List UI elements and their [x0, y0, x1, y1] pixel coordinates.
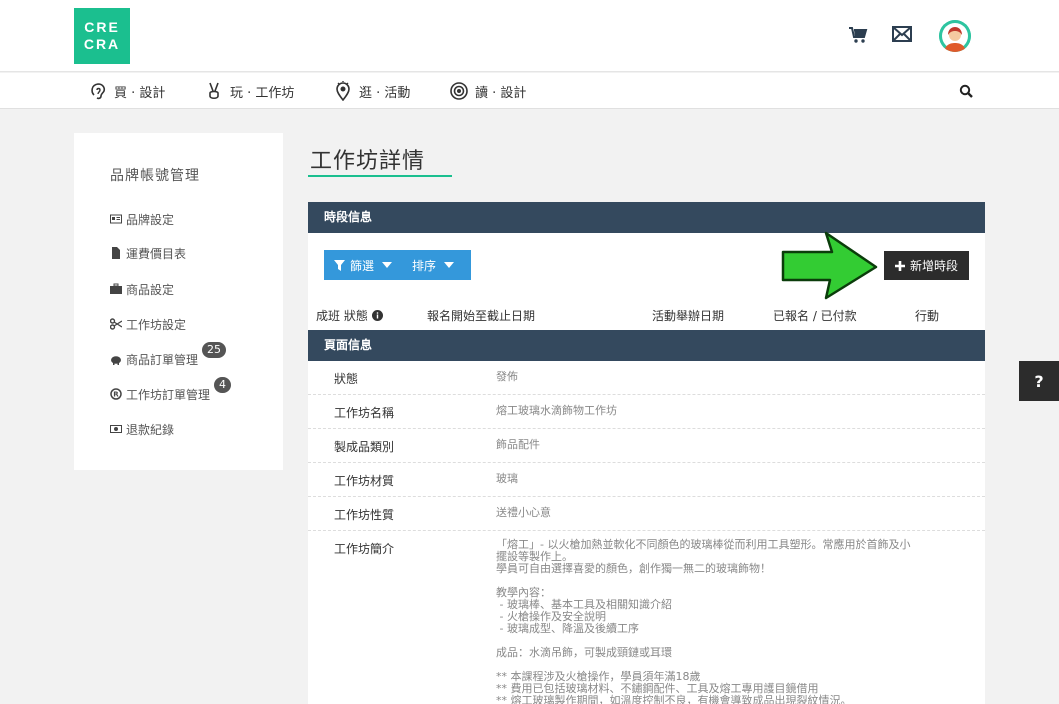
description-line — [496, 575, 966, 587]
piggy-bank-icon — [111, 356, 121, 365]
info-value: 熔工玻璃水滴飾物工作坊 — [496, 404, 617, 417]
document-icon — [112, 247, 120, 259]
sidebar-item-label: 工作坊設定 — [126, 317, 187, 332]
add-session-button[interactable]: 新增時段 — [884, 251, 969, 280]
location-icon — [336, 81, 350, 101]
add-session-label: 新增時段 — [909, 259, 958, 273]
sidebar-item-label: 商品訂單管理 — [126, 352, 199, 367]
sidebar-item-workshop-settings[interactable]: 工作坊設定 — [110, 315, 186, 333]
filter-label: 篩選 — [350, 258, 375, 273]
info-label: 狀態 — [334, 372, 359, 386]
info-row-nature: 工作坊性質 送禮小心意 — [308, 497, 985, 531]
briefcase-icon — [110, 283, 122, 294]
mail-icon[interactable] — [892, 26, 914, 46]
sidebar-title: 品牌帳號管理 — [110, 168, 200, 184]
workshop-order-count-badge: 4 — [214, 377, 232, 393]
nav-item-label: 玩 · 工作坊 — [230, 85, 295, 101]
nav-item-browse[interactable]: 逛 · 活動 — [333, 80, 410, 102]
green-arrow-annotation — [781, 231, 878, 300]
svg-text:R: R — [113, 391, 119, 399]
filter-sort-group: 篩選 排序 — [324, 250, 471, 280]
logo-line1: CRE — [84, 19, 120, 35]
description-line: 學員可自由選擇喜愛的顏色，創作獨一無二的玻璃飾物！ — [496, 562, 771, 575]
scissors-icon — [110, 318, 122, 330]
info-label: 工作坊簡介 — [334, 542, 395, 556]
chevron-down-icon — [444, 262, 455, 268]
sidebar-item-label: 運費價目表 — [126, 246, 187, 261]
column-header-registration-dates: 報名開始至截止日期 — [427, 309, 536, 323]
title-underline — [308, 175, 452, 177]
column-label: 成班 狀態 — [316, 309, 368, 323]
session-info-header: 時段信息 — [308, 202, 985, 233]
sidebar-item-label: 品牌設定 — [126, 212, 175, 227]
sidebar-item-brand-settings[interactable]: 品牌設定 — [110, 210, 174, 228]
column-header-registered-paid: 已報名 / 已付款 — [773, 309, 857, 323]
workshop-description: 「熔工」- 以火槍加熱並軟化不同顏色的玻璃棒從而利用工具塑形。常應用於首飾及小 … — [496, 539, 966, 704]
info-label: 工作坊名稱 — [334, 406, 395, 420]
info-row-product-category: 製成品類別 飾品配件 — [308, 429, 985, 463]
page-title: 工作坊詳情 — [310, 149, 426, 174]
column-header-actions: 行動 — [915, 309, 940, 323]
registered-icon: R — [110, 388, 122, 400]
eye-icon — [450, 82, 468, 100]
nav-item-label: 買 · 設計 — [114, 85, 166, 101]
nav-item-read[interactable]: 讀 · 設計 — [449, 80, 526, 102]
filter-button[interactable]: 篩選 — [324, 250, 402, 280]
main-nav: 買 · 設計 玩 · 工作坊 逛 · 活動 讀 · 設計 — [0, 73, 1059, 109]
info-value: 發佈 — [496, 370, 518, 383]
sidebar-item-workshop-orders[interactable]: R 工作坊訂單管理 4 — [110, 377, 232, 403]
sidebar: 品牌帳號管理 品牌設定 運費價目表 商品設定 工作坊設定 商品訂單管理 25 R… — [74, 133, 283, 470]
sidebar-item-label: 商品設定 — [126, 282, 175, 297]
info-icon[interactable] — [371, 310, 383, 321]
sidebar-item-label: 工作坊訂單管理 — [126, 387, 211, 402]
plus-icon — [894, 260, 905, 271]
info-label: 工作坊材質 — [334, 474, 395, 488]
nav-item-buy[interactable]: 買 · 設計 — [88, 80, 165, 102]
order-count-badge: 25 — [202, 342, 227, 358]
sidebar-item-shipping-rates[interactable]: 運費價目表 — [110, 244, 186, 262]
peace-hand-icon — [209, 82, 219, 100]
search-icon[interactable] — [959, 83, 975, 99]
column-header-status: 成班 狀態 — [316, 307, 383, 324]
chevron-down-icon — [382, 262, 393, 268]
description-line: - 玻璃成型、降溫及後續工序 — [496, 622, 639, 635]
ear-icon — [91, 83, 106, 100]
money-icon — [110, 425, 122, 433]
info-row-status: 狀態 發佈 — [308, 361, 985, 395]
info-row-material: 工作坊材質 玻璃 — [308, 463, 985, 497]
info-value: 飾品配件 — [496, 438, 540, 451]
cart-icon[interactable] — [848, 26, 870, 46]
info-value: 送禮小心意 — [496, 506, 551, 519]
info-label: 工作坊性質 — [334, 508, 395, 522]
sort-label: 排序 — [412, 258, 437, 273]
top-header: CRE CRA — [0, 0, 1059, 72]
nav-item-label: 逛 · 活動 — [359, 85, 411, 101]
description-line: 成品：水滴吊飾，可製成頸鏈或耳環 — [496, 646, 672, 659]
description-line: ** 熔工玻璃製作期間，如溫度控制不良，有機會導致成品出現裂紋情況。 — [496, 694, 852, 704]
help-button[interactable]: ? — [1019, 361, 1059, 401]
funnel-icon — [334, 259, 345, 271]
nav-item-play[interactable]: 玩 · 工作坊 — [204, 80, 294, 102]
info-label: 製成品類別 — [334, 440, 395, 454]
sidebar-item-product-settings[interactable]: 商品設定 — [110, 280, 174, 298]
nav-item-label: 讀 · 設計 — [475, 85, 527, 101]
info-value: 玻璃 — [496, 472, 518, 485]
sidebar-item-product-orders[interactable]: 商品訂單管理 25 — [110, 342, 227, 368]
column-header-event-date: 活動舉辦日期 — [652, 309, 725, 323]
id-card-icon — [110, 214, 122, 224]
avatar[interactable] — [939, 20, 971, 52]
page-info-header: 頁面信息 — [308, 330, 985, 361]
sidebar-item-label: 退款紀錄 — [126, 422, 175, 437]
session-panel — [308, 233, 985, 330]
sort-button[interactable]: 排序 — [402, 250, 464, 280]
logo-line2: CRA — [83, 36, 121, 52]
logo[interactable]: CRE CRA — [74, 8, 130, 64]
info-row-workshop-name: 工作坊名稱 熔工玻璃水滴飾物工作坊 — [308, 395, 985, 429]
sidebar-item-refunds[interactable]: 退款紀錄 — [110, 420, 174, 438]
